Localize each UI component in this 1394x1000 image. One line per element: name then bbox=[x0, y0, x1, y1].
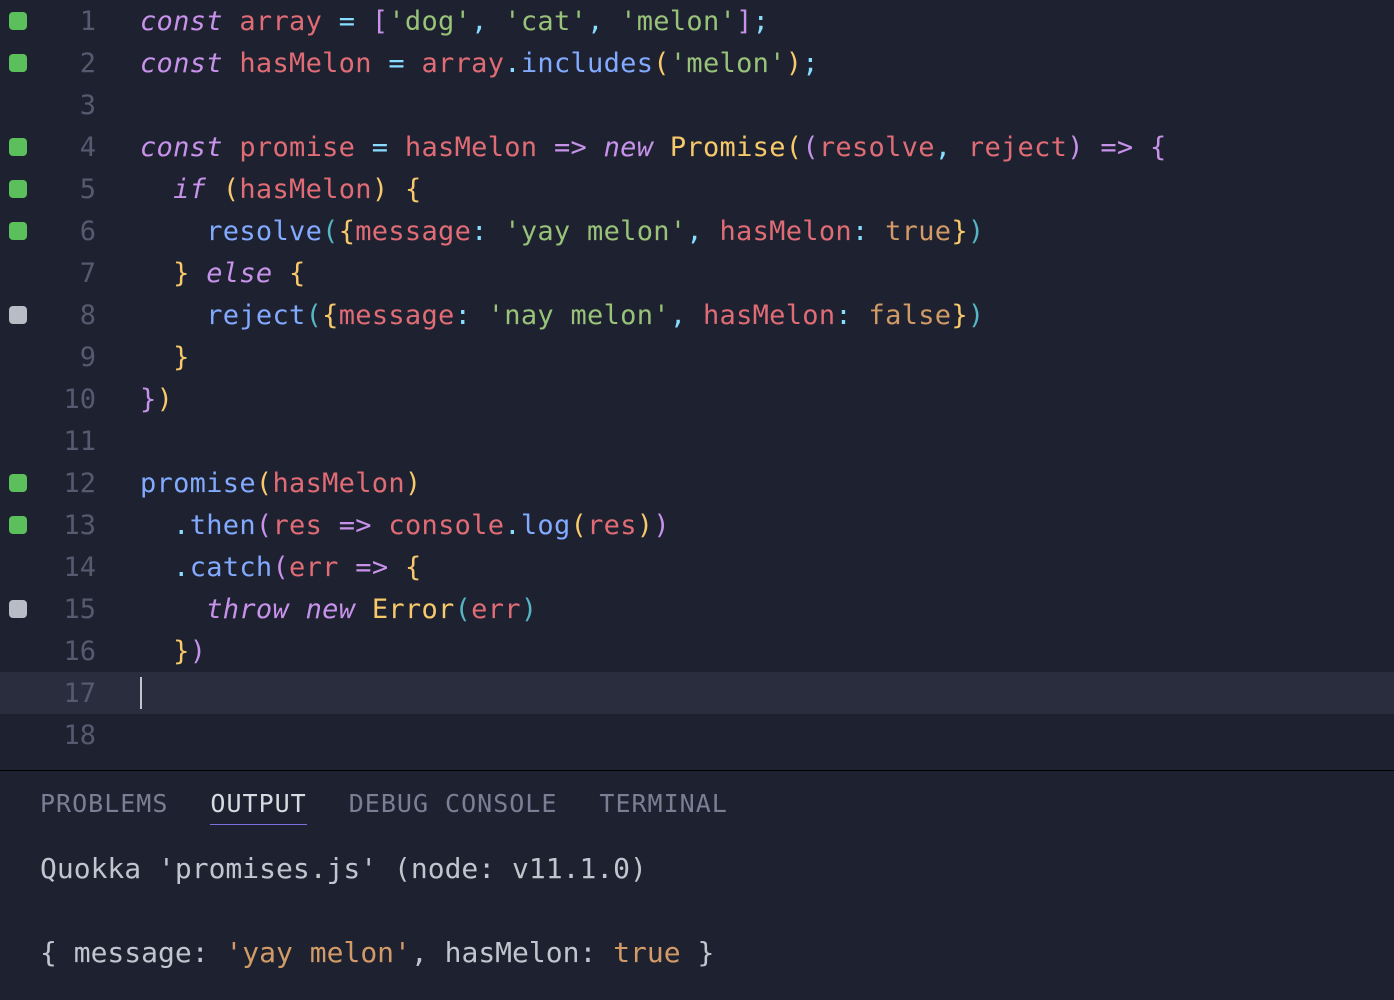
line-number: 10 bbox=[36, 384, 96, 415]
coverage-marker-green bbox=[9, 474, 27, 492]
code-content[interactable]: const promise = hasMelon => new Promise(… bbox=[96, 132, 1394, 163]
line-number: 14 bbox=[36, 552, 96, 583]
output-result: { message: 'yay melon', hasMelon: true } bbox=[40, 931, 1354, 975]
code-line[interactable]: 17 bbox=[0, 672, 1394, 714]
code-content[interactable]: throw new Error(err) bbox=[96, 594, 1394, 625]
code-line[interactable]: 11 bbox=[0, 420, 1394, 462]
code-content[interactable]: reject({message: 'nay melon', hasMelon: … bbox=[96, 300, 1394, 331]
line-number: 9 bbox=[36, 342, 96, 373]
line-number: 6 bbox=[36, 216, 96, 247]
code-content[interactable]: }) bbox=[96, 636, 1394, 667]
line-number: 3 bbox=[36, 90, 96, 121]
line-number: 12 bbox=[36, 468, 96, 499]
panel-tab-debug-console[interactable]: DEBUG CONSOLE bbox=[349, 789, 558, 825]
line-number: 5 bbox=[36, 174, 96, 205]
code-content[interactable]: .then(res => console.log(res)) bbox=[96, 510, 1394, 541]
code-line[interactable]: 9 } bbox=[0, 336, 1394, 378]
gutter-marker-slot bbox=[0, 222, 36, 240]
coverage-marker-green bbox=[9, 12, 27, 30]
gutter-marker-slot bbox=[0, 12, 36, 30]
code-content[interactable]: resolve({message: 'yay melon', hasMelon:… bbox=[96, 216, 1394, 247]
code-line[interactable]: 18 bbox=[0, 714, 1394, 756]
code-editor[interactable]: 1const array = ['dog', 'cat', 'melon'];2… bbox=[0, 0, 1394, 770]
coverage-marker-green bbox=[9, 54, 27, 72]
code-line[interactable]: 1const array = ['dog', 'cat', 'melon']; bbox=[0, 0, 1394, 42]
gutter-marker-slot bbox=[0, 180, 36, 198]
coverage-marker-gray bbox=[9, 306, 27, 324]
output-header: Quokka 'promises.js' (node: v11.1.0) bbox=[40, 847, 1354, 891]
line-number: 2 bbox=[36, 48, 96, 79]
code-content[interactable]: } bbox=[96, 342, 1394, 373]
line-number: 17 bbox=[36, 678, 96, 709]
code-content[interactable]: }) bbox=[96, 384, 1394, 415]
line-number: 11 bbox=[36, 426, 96, 457]
code-line[interactable]: 2const hasMelon = array.includes('melon'… bbox=[0, 42, 1394, 84]
code-content[interactable]: } else { bbox=[96, 258, 1394, 289]
panel-output: Quokka 'promises.js' (node: v11.1.0) { m… bbox=[40, 847, 1354, 975]
line-number: 16 bbox=[36, 636, 96, 667]
code-content[interactable]: if (hasMelon) { bbox=[96, 174, 1394, 205]
gutter-marker-slot bbox=[0, 516, 36, 534]
coverage-marker-green bbox=[9, 180, 27, 198]
gutter-marker-slot bbox=[0, 306, 36, 324]
coverage-marker-green bbox=[9, 138, 27, 156]
code-line[interactable]: 8 reject({message: 'nay melon', hasMelon… bbox=[0, 294, 1394, 336]
panel-tab-output[interactable]: OUTPUT bbox=[210, 789, 306, 825]
code-content[interactable]: .catch(err => { bbox=[96, 552, 1394, 583]
gutter-marker-slot bbox=[0, 54, 36, 72]
bottom-panel: PROBLEMS OUTPUT DEBUG CONSOLE TERMINAL Quok… bbox=[0, 770, 1394, 993]
code-content[interactable]: promise(hasMelon) bbox=[96, 468, 1394, 499]
line-number: 15 bbox=[36, 594, 96, 625]
code-line[interactable]: 14 .catch(err => { bbox=[0, 546, 1394, 588]
line-number: 13 bbox=[36, 510, 96, 541]
panel-tab-terminal[interactable]: TERMINAL bbox=[599, 789, 727, 825]
gutter-marker-slot bbox=[0, 600, 36, 618]
code-content[interactable]: const array = ['dog', 'cat', 'melon']; bbox=[96, 6, 1394, 37]
code-line[interactable]: 12promise(hasMelon) bbox=[0, 462, 1394, 504]
code-line[interactable]: 4const promise = hasMelon => new Promise… bbox=[0, 126, 1394, 168]
gutter-marker-slot bbox=[0, 138, 36, 156]
code-line[interactable]: 13 .then(res => console.log(res)) bbox=[0, 504, 1394, 546]
line-number: 4 bbox=[36, 132, 96, 163]
panel-tab-problems[interactable]: PROBLEMS bbox=[40, 789, 168, 825]
code-content[interactable]: const hasMelon = array.includes('melon')… bbox=[96, 48, 1394, 79]
coverage-marker-green bbox=[9, 516, 27, 534]
code-content[interactable] bbox=[96, 677, 1394, 710]
text-cursor bbox=[140, 677, 142, 709]
line-number: 7 bbox=[36, 258, 96, 289]
coverage-marker-green bbox=[9, 222, 27, 240]
coverage-marker-gray bbox=[9, 600, 27, 618]
panel-tabs: PROBLEMS OUTPUT DEBUG CONSOLE TERMINAL bbox=[40, 789, 1354, 847]
code-line[interactable]: 10}) bbox=[0, 378, 1394, 420]
code-line[interactable]: 5 if (hasMelon) { bbox=[0, 168, 1394, 210]
code-line[interactable]: 16 }) bbox=[0, 630, 1394, 672]
code-line[interactable]: 6 resolve({message: 'yay melon', hasMelo… bbox=[0, 210, 1394, 252]
code-line[interactable]: 7 } else { bbox=[0, 252, 1394, 294]
line-number: 18 bbox=[36, 720, 96, 751]
line-number: 1 bbox=[36, 6, 96, 37]
gutter-marker-slot bbox=[0, 474, 36, 492]
code-line[interactable]: 15 throw new Error(err) bbox=[0, 588, 1394, 630]
code-line[interactable]: 3 bbox=[0, 84, 1394, 126]
line-number: 8 bbox=[36, 300, 96, 331]
